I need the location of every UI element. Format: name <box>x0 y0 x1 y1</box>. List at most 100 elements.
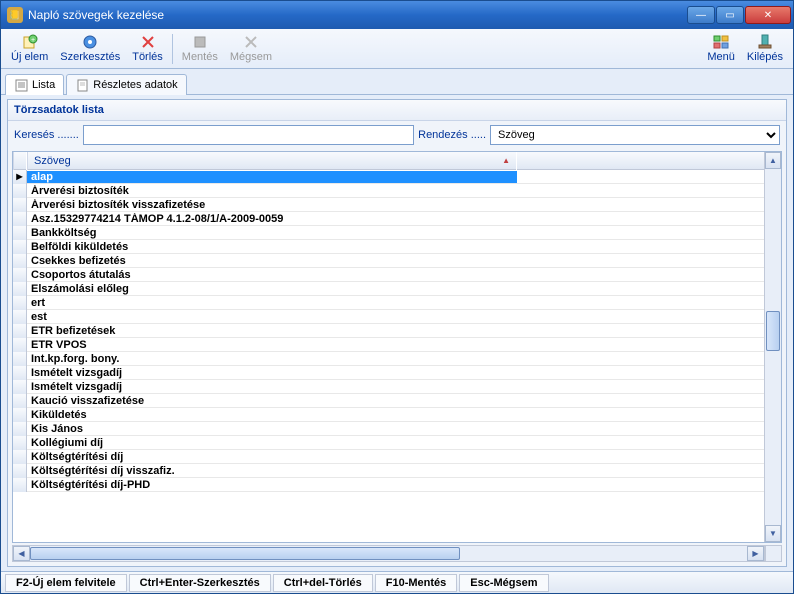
sort-select[interactable]: Szöveg <box>490 125 780 145</box>
minimize-button[interactable]: — <box>687 6 715 24</box>
cell-szoveg: Kis János <box>27 423 517 435</box>
status-bar: F2-Új elem felvitele Ctrl+Enter-Szerkesz… <box>1 571 793 593</box>
table-row[interactable]: Árverési biztosíték <box>13 184 764 198</box>
tab-detail[interactable]: Részletes adatok <box>66 74 186 95</box>
table-row[interactable]: Belföldi kiküldetés <box>13 240 764 254</box>
cell-szoveg: Kollégiumi díj <box>27 437 517 449</box>
save-button: Mentés <box>176 31 224 67</box>
vertical-scrollbar[interactable]: ▲ ▼ <box>764 152 781 542</box>
sort-label: Rendezés ..... <box>418 129 486 141</box>
cell-szoveg: Csekkes befizetés <box>27 255 517 267</box>
grid-rows: ▶alapÁrverési biztosíték Árverési biztosí… <box>13 170 764 492</box>
table-row[interactable]: Ismételt vizsgadíj <box>13 366 764 380</box>
cell-szoveg: Kiküldetés <box>27 409 517 421</box>
menu-button[interactable]: Menü <box>701 31 741 67</box>
row-indicator <box>13 282 27 296</box>
table-row[interactable]: Elszámolási előleg <box>13 282 764 296</box>
app-window: 📒 Napló szövegek kezelése — ▭ ✕ + Új ele… <box>0 0 794 594</box>
row-indicator-header <box>13 152 27 170</box>
row-indicator <box>13 464 27 478</box>
page-icon <box>75 78 89 92</box>
cell-szoveg: Költségtérítési díj <box>27 451 517 463</box>
table-row[interactable]: Költségtérítési díj visszafiz. <box>13 464 764 478</box>
new-button[interactable]: + Új elem <box>5 31 54 67</box>
row-indicator <box>13 394 27 408</box>
panel-title: Törzsadatok lista <box>8 100 786 121</box>
search-input[interactable] <box>83 125 414 145</box>
cell-szoveg: Árverési biztosíték visszafizetése <box>27 199 517 211</box>
row-indicator <box>13 450 27 464</box>
table-row[interactable]: Kis János <box>13 422 764 436</box>
cell-szoveg: ETR VPOS <box>27 339 517 351</box>
cell-szoveg: Árverési biztosíték <box>27 185 517 197</box>
hscroll-track[interactable] <box>30 546 747 561</box>
delete-icon <box>140 34 156 50</box>
scroll-down-button[interactable]: ▼ <box>765 525 781 542</box>
hscroll-thumb[interactable] <box>30 547 460 560</box>
row-indicator: ▶ <box>13 170 27 184</box>
table-row[interactable]: Int.kp.forg. bony. <box>13 352 764 366</box>
cell-szoveg: Kaució visszafizetése <box>27 395 517 407</box>
table-row[interactable]: Költségtérítési díj <box>13 450 764 464</box>
filter-row: Keresés ....... Rendezés ..... Szöveg <box>8 121 786 149</box>
scroll-track[interactable] <box>765 169 781 525</box>
table-row[interactable]: ETR befizetések <box>13 324 764 338</box>
table-row[interactable]: Csekkes befizetés <box>13 254 764 268</box>
tab-list[interactable]: Lista <box>5 74 64 95</box>
table-row[interactable]: Kollégiumi díj <box>13 436 764 450</box>
main-toolbar: + Új elem Szerkesztés Törlés Mentés <box>1 29 793 69</box>
table-row[interactable]: Kaució visszafizetése <box>13 394 764 408</box>
table-row[interactable]: Árverési biztosíték visszafizetése <box>13 198 764 212</box>
scroll-up-button[interactable]: ▲ <box>765 152 781 169</box>
column-header-szoveg[interactable]: Szöveg ▲ <box>27 152 517 170</box>
titlebar[interactable]: 📒 Napló szövegek kezelése — ▭ ✕ <box>1 1 793 29</box>
delete-button[interactable]: Törlés <box>126 31 169 67</box>
table-row[interactable]: Kiküldetés <box>13 408 764 422</box>
list-panel: Törzsadatok lista Keresés ....... Rendez… <box>7 99 787 567</box>
status-ctrl-enter: Ctrl+Enter-Szerkesztés <box>129 574 271 592</box>
maximize-button[interactable]: ▭ <box>716 6 744 24</box>
cell-szoveg: Csoportos átutalás <box>27 269 517 281</box>
status-f2: F2-Új elem felvitele <box>5 574 127 592</box>
content-area: Törzsadatok lista Keresés ....... Rendez… <box>1 95 793 571</box>
scroll-left-button[interactable]: ◀ <box>13 546 30 561</box>
row-indicator <box>13 380 27 394</box>
cell-szoveg: Ismételt vizsgadíj <box>27 381 517 393</box>
row-indicator <box>13 296 27 310</box>
row-indicator <box>13 408 27 422</box>
table-row[interactable]: ▶alap <box>13 170 764 184</box>
row-indicator <box>13 310 27 324</box>
cell-szoveg: Bankköltség <box>27 227 517 239</box>
scroll-thumb[interactable] <box>766 311 780 351</box>
status-f10: F10-Mentés <box>375 574 458 592</box>
cell-szoveg: Költségtérítési díj visszafiz. <box>27 465 517 477</box>
table-row[interactable]: Költségtérítési díj-PHD <box>13 478 764 492</box>
svg-text:+: + <box>31 37 35 44</box>
table-row[interactable]: Asz.15329774214 TÁMOP 4.1.2-08/1/A-2009-… <box>13 212 764 226</box>
cell-szoveg: ert <box>27 297 517 309</box>
edit-button[interactable]: Szerkesztés <box>54 31 126 67</box>
table-row[interactable]: Csoportos átutalás <box>13 268 764 282</box>
table-row[interactable]: Bankköltség <box>13 226 764 240</box>
exit-button[interactable]: Kilépés <box>741 31 789 67</box>
cancel-icon <box>243 34 259 50</box>
row-indicator <box>13 366 27 380</box>
row-indicator <box>13 352 27 366</box>
cell-szoveg: Int.kp.forg. bony. <box>27 353 517 365</box>
row-indicator <box>13 184 27 198</box>
menu-icon <box>713 34 729 50</box>
data-grid: Szöveg ▲ ▶alapÁrverési biztosíték Árverés… <box>12 151 782 543</box>
cell-szoveg: Költségtérítési díj-PHD <box>27 479 517 491</box>
search-label: Keresés ....... <box>14 129 79 141</box>
scroll-right-button[interactable]: ▶ <box>747 546 764 561</box>
status-esc: Esc-Mégsem <box>459 574 548 592</box>
table-row[interactable]: ert <box>13 296 764 310</box>
row-indicator <box>13 254 27 268</box>
table-row[interactable]: est <box>13 310 764 324</box>
cancel-button: Mégsem <box>224 31 278 67</box>
close-button[interactable]: ✕ <box>745 6 791 24</box>
table-row[interactable]: Ismételt vizsgadíj <box>13 380 764 394</box>
row-indicator <box>13 338 27 352</box>
horizontal-scrollbar[interactable]: ◀ ▶ <box>12 545 765 562</box>
table-row[interactable]: ETR VPOS <box>13 338 764 352</box>
